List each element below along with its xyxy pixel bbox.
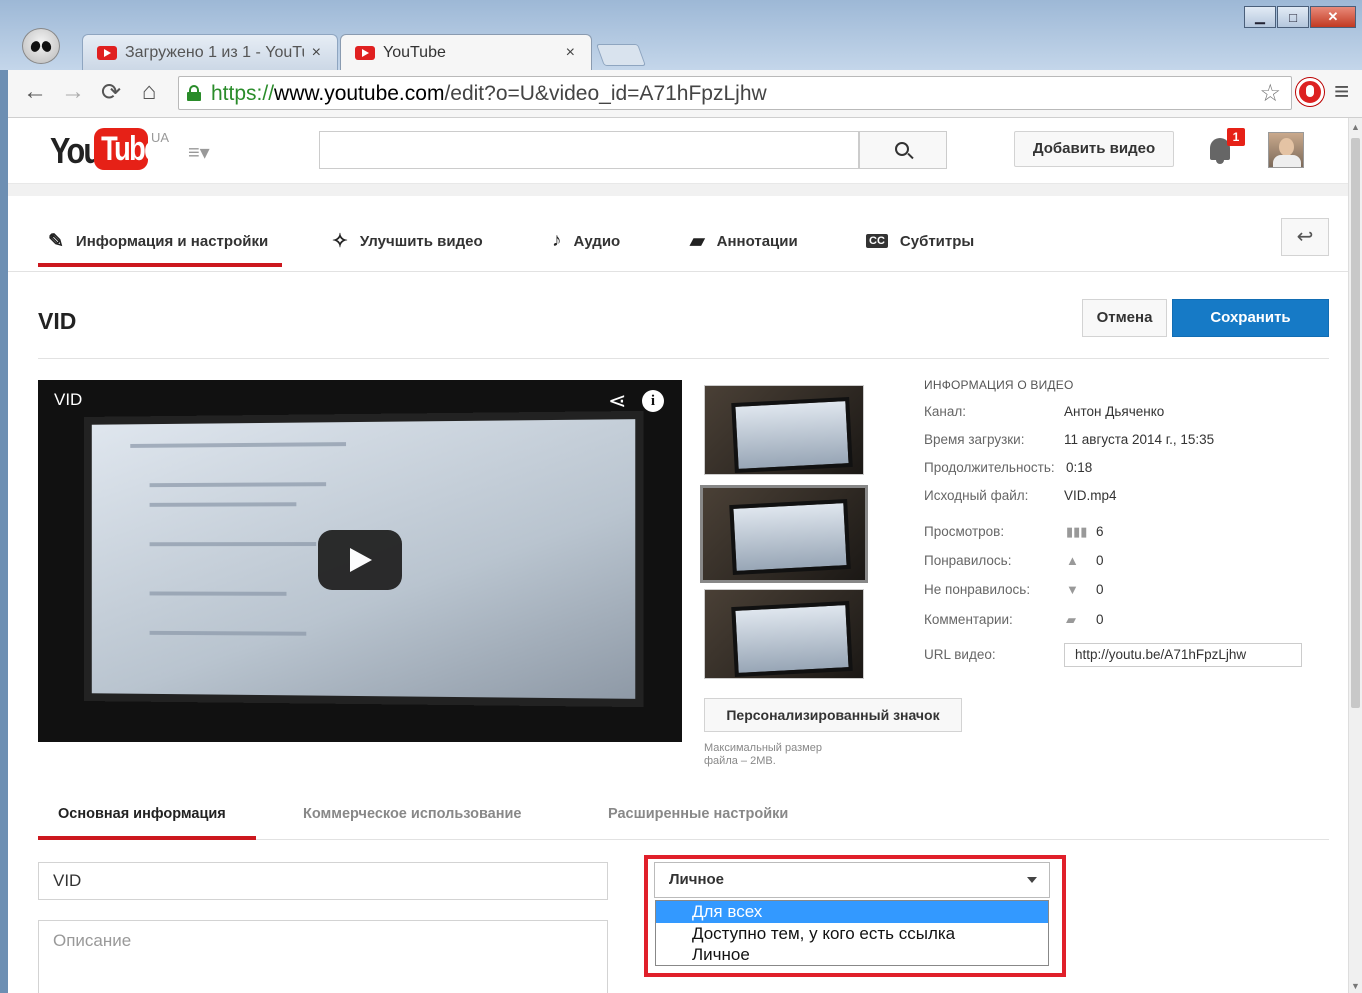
divider: [38, 358, 1329, 359]
tab-advanced-settings[interactable]: Расширенные настройки: [608, 806, 788, 822]
window-titlebar: Загружено 1 из 1 - YouTu × YouTube × ▁ □…: [0, 0, 1362, 70]
youtube-masthead: You Tube UA ≡▾ Добавить видео 1: [8, 118, 1348, 184]
bookmark-star-icon[interactable]: ☆: [1259, 79, 1281, 108]
privacy-select[interactable]: Личное: [654, 862, 1050, 898]
region-label: UA: [151, 130, 170, 145]
tab-label: Улучшить видео: [359, 232, 483, 250]
thumbs-up-icon: ▲: [1066, 553, 1079, 568]
search-icon: [895, 142, 909, 156]
video-info-heading: ИНФОРМАЦИЯ О ВИДЕО: [924, 378, 1074, 392]
browser-toolbar: ← → ⟳ ⌂ https://www.youtube.com/edit?o=U…: [8, 70, 1362, 118]
tab-annotations[interactable]: ▰ Аннотации: [690, 226, 798, 256]
close-tab-icon[interactable]: ×: [566, 44, 575, 62]
back-arrow-icon[interactable]: ←: [20, 78, 50, 106]
url-text: https://www.youtube.com/edit?o=U&video_i…: [211, 82, 767, 105]
tab-subtitles[interactable]: CC Субтитры: [866, 226, 974, 256]
play-button[interactable]: [318, 530, 402, 590]
tab-downloads[interactable]: Загружено 1 из 1 - YouTu ×: [82, 34, 338, 70]
new-tab-button[interactable]: [595, 44, 647, 66]
page-title: VID: [38, 308, 77, 334]
home-icon[interactable]: ⌂: [134, 78, 164, 106]
maximize-button[interactable]: □: [1277, 6, 1309, 28]
page-scrollbar[interactable]: ▲ ▼: [1348, 118, 1362, 993]
active-subtab-indicator: [38, 836, 256, 840]
youtube-logo-you[interactable]: You: [50, 130, 102, 172]
pencil-icon: ✎: [48, 230, 64, 252]
tab-label: Аннотации: [716, 232, 798, 250]
privacy-dropdown-list: Для всех Доступно тем, у кого есть ссылк…: [655, 900, 1049, 966]
back-button[interactable]: ↩: [1281, 218, 1329, 256]
page-content: You Tube UA ≡▾ Добавить видео 1 ✎ Информ…: [8, 118, 1348, 993]
chevron-down-icon: [1027, 877, 1037, 883]
scroll-down-arrow-icon[interactable]: ▼: [1351, 981, 1360, 991]
tab-audio[interactable]: ♪ Аудио: [552, 226, 620, 256]
cancel-button[interactable]: Отмена: [1082, 299, 1167, 337]
thumbnail-size-note: Максимальный размер файла – 2MB.: [704, 742, 822, 767]
thumbnail-option[interactable]: [704, 589, 864, 679]
bar-chart-icon: ▮▮▮: [1066, 524, 1088, 539]
custom-thumbnail-button[interactable]: Персонализированный значок: [704, 698, 962, 732]
privacy-option-unlisted[interactable]: Доступно тем, у кого есть ссылка: [656, 923, 1048, 945]
avatar[interactable]: [1268, 132, 1304, 168]
speech-bubble-icon: ▰: [690, 230, 705, 252]
search-input[interactable]: [319, 131, 859, 169]
share-icon[interactable]: ⋖: [608, 388, 626, 414]
tab-label: Загружено 1 из 1 - YouTu: [125, 43, 304, 61]
music-note-icon: ♪: [552, 230, 562, 251]
tab-enhance[interactable]: ✧ Улучшить видео: [332, 226, 483, 256]
video-url-field[interactable]: http://youtu.be/A71hFpzLjhw: [1064, 643, 1302, 667]
address-bar[interactable]: https://www.youtube.com/edit?o=U&video_i…: [178, 76, 1292, 110]
sub-tabs: Основная информация Коммерческое использ…: [38, 798, 1329, 840]
search-button[interactable]: [859, 131, 947, 169]
tab-monetization[interactable]: Коммерческое использование: [303, 806, 521, 822]
close-tab-icon[interactable]: ×: [312, 44, 321, 62]
tab-youtube[interactable]: YouTube ×: [340, 34, 592, 70]
privacy-option-public[interactable]: Для всех: [656, 901, 1048, 923]
upload-button[interactable]: Добавить видео: [1014, 131, 1174, 167]
window-close-button[interactable]: ✕: [1310, 6, 1356, 28]
profile-alien-icon[interactable]: [22, 28, 60, 64]
description-field[interactable]: Описание: [38, 920, 608, 993]
privacy-selected-value: Личное: [669, 871, 725, 888]
thumbnail-option-selected[interactable]: [700, 485, 868, 583]
thumbnail-option[interactable]: [704, 385, 864, 475]
minimize-button[interactable]: ▁: [1244, 6, 1276, 28]
youtube-favicon-icon: [355, 45, 375, 60]
tab-label: YouTube: [383, 43, 446, 61]
title-field[interactable]: VID: [38, 862, 608, 900]
magic-wand-icon: ✧: [332, 230, 348, 252]
browser-menu-icon[interactable]: ≡: [1334, 76, 1349, 107]
masthead-divider: [8, 184, 1348, 196]
notification-badge: 1: [1227, 128, 1245, 146]
comment-icon: ▰: [1066, 612, 1076, 627]
scroll-up-arrow-icon[interactable]: ▲: [1351, 122, 1360, 132]
youtube-favicon-icon: [97, 45, 117, 60]
tab-label: Субтитры: [899, 232, 975, 250]
privacy-option-private[interactable]: Личное: [656, 944, 1048, 966]
tab-basic-info[interactable]: Основная информация: [58, 806, 226, 822]
video-player[interactable]: VID ⋖ i: [38, 380, 682, 742]
guide-menu-icon[interactable]: ≡▾: [188, 140, 210, 165]
tab-label: Информация и настройки: [75, 232, 269, 250]
active-tab-indicator: [38, 263, 282, 267]
save-button[interactable]: Сохранить: [1172, 299, 1329, 337]
scrollbar-thumb[interactable]: [1351, 138, 1360, 708]
adblock-icon[interactable]: [1296, 78, 1324, 106]
thumbs-down-icon: ▼: [1066, 582, 1079, 597]
lock-icon: [187, 85, 201, 101]
reload-icon[interactable]: ⟳: [96, 78, 126, 107]
cc-icon: CC: [866, 234, 888, 248]
editor-tabs: ✎ Информация и настройки ✧ Улучшить виде…: [8, 196, 1348, 272]
forward-arrow-icon[interactable]: →: [58, 78, 88, 106]
tab-label: Аудио: [573, 232, 621, 250]
player-title: VID: [54, 390, 83, 409]
youtube-logo-tube[interactable]: Tube: [94, 128, 159, 170]
info-icon[interactable]: i: [642, 390, 664, 412]
tab-info-settings[interactable]: ✎ Информация и настройки: [48, 226, 268, 256]
window-controls: ▁ □ ✕: [1243, 6, 1356, 28]
